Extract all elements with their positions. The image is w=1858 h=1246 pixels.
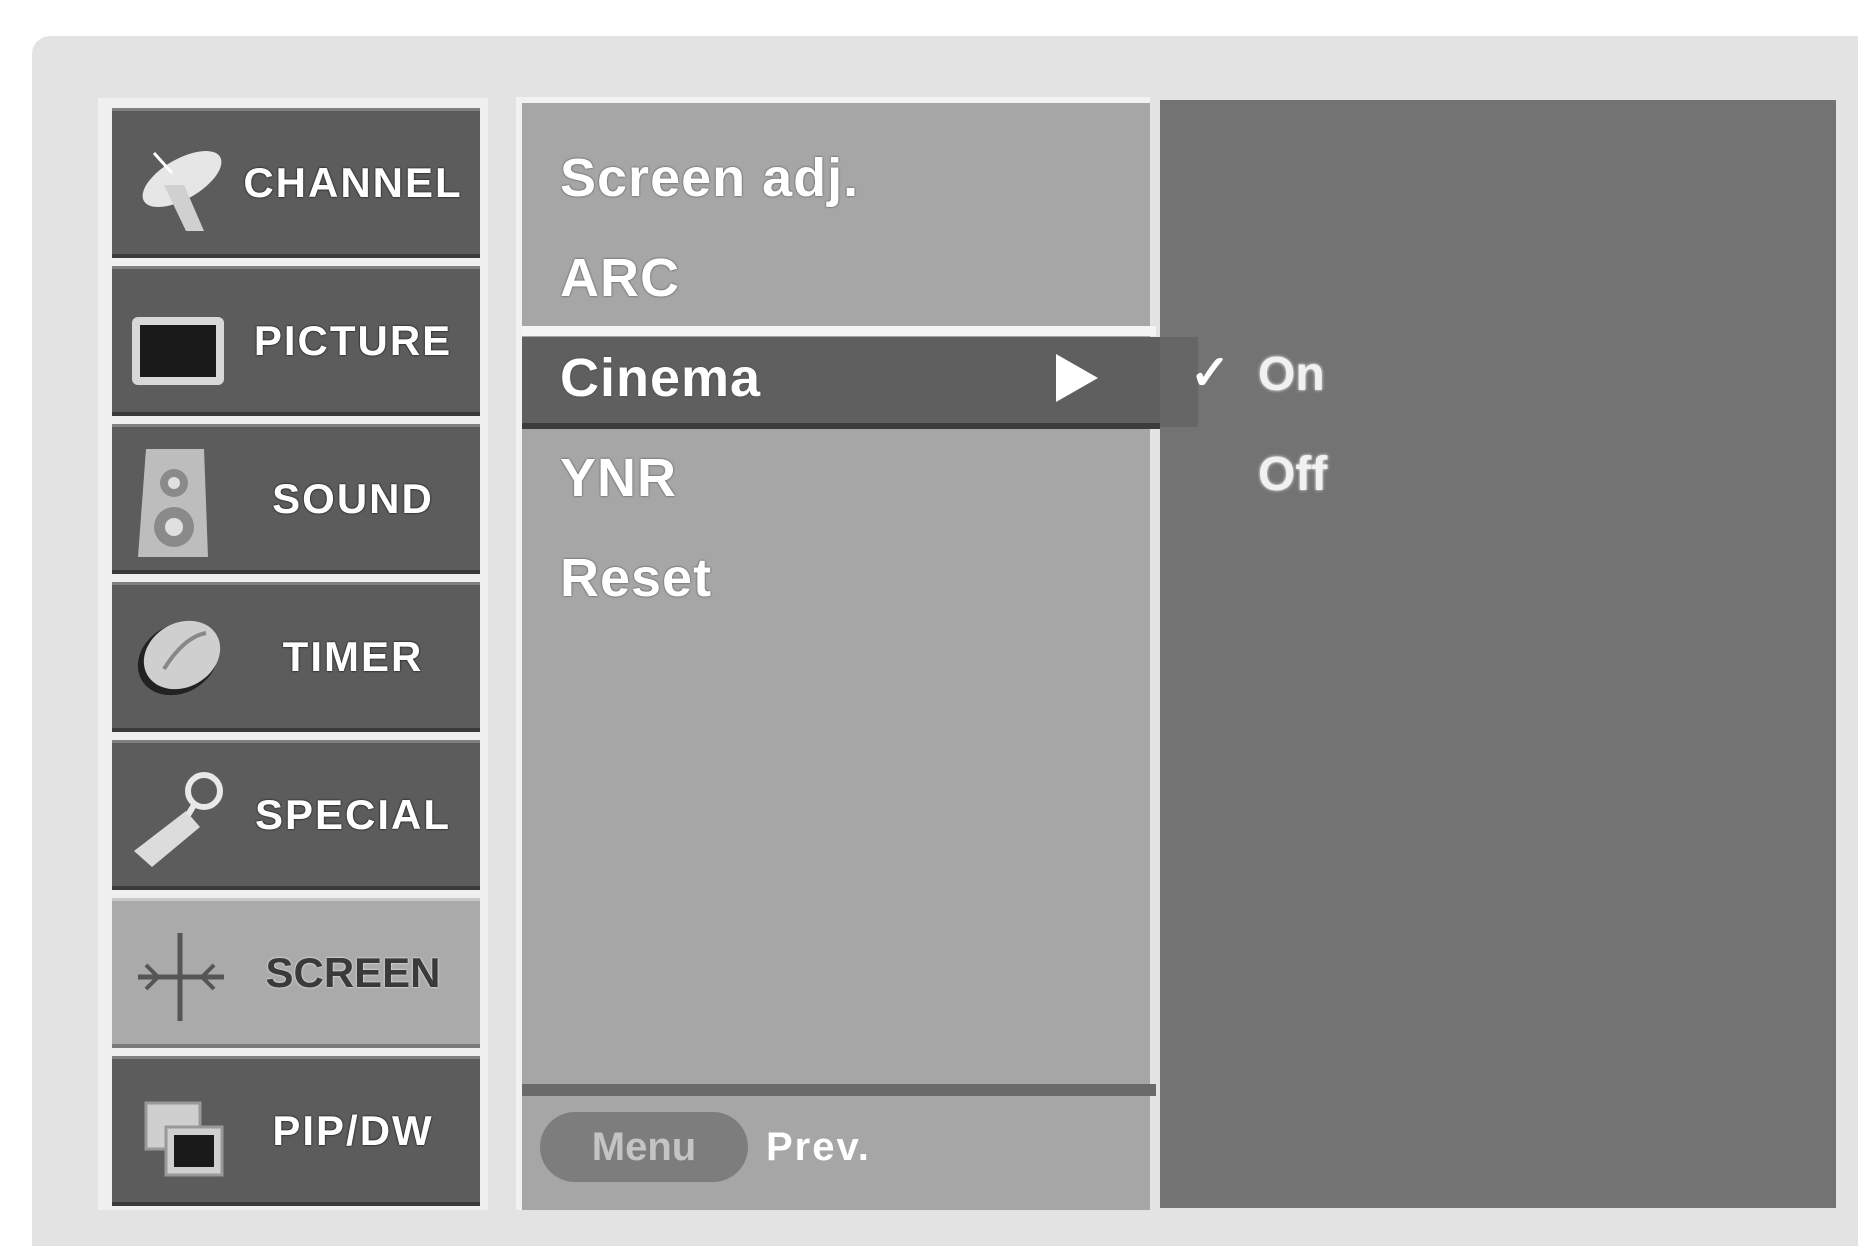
prev-label: Prev. (766, 1124, 871, 1169)
options-panel (1160, 100, 1836, 1208)
sidebar-item-label: SOUND (272, 474, 434, 522)
option-off[interactable]: Off (1258, 444, 1327, 504)
sidebar-item-special[interactable]: SPECIAL (112, 740, 480, 890)
key-tag-icon (124, 755, 234, 875)
sidebar-item-label: CHANNEL (243, 158, 463, 206)
submenu-arrow-icon (1056, 354, 1098, 402)
sidebar-item-channel[interactable]: CHANNEL (112, 108, 480, 258)
screen-adjust-icon (124, 913, 234, 1033)
option-on[interactable]: On (1258, 344, 1325, 404)
sidebar-item-pip-dw[interactable]: PIP/DW (112, 1056, 480, 1206)
menu-button[interactable]: Menu (540, 1112, 748, 1182)
submenu-item-cinema[interactable]: Cinema (560, 338, 761, 418)
sidebar-item-picture[interactable]: PICTURE (112, 266, 480, 416)
pip-windows-icon (124, 1071, 234, 1191)
sidebar-item-label: PIP/DW (272, 1106, 434, 1154)
submenu-divider (522, 326, 1156, 336)
submenu-item-reset[interactable]: Reset (560, 538, 712, 618)
sidebar-item-screen[interactable]: SCREEN (112, 898, 480, 1048)
sidebar-item-sound[interactable]: SOUND (112, 424, 480, 574)
sidebar-item-label: PICTURE (253, 316, 453, 364)
checkmark-icon: ✓ (1190, 347, 1231, 400)
submenu-item-ynr[interactable]: YNR (560, 438, 677, 518)
clock-icon (124, 597, 234, 717)
tv-screen-icon (124, 281, 234, 401)
sidebar-item-label: SCREEN (265, 948, 441, 996)
speaker-icon (124, 439, 234, 559)
footer-divider (522, 1084, 1156, 1096)
submenu-item-screen-adj[interactable]: Screen adj. (560, 138, 859, 218)
sidebar-item-label: TIMER (282, 632, 424, 680)
sidebar-item-label: SPECIAL (254, 790, 452, 838)
submenu-item-arc[interactable]: ARC (560, 238, 680, 318)
satellite-dish-icon (124, 123, 234, 243)
sidebar-item-timer[interactable]: TIMER (112, 582, 480, 732)
